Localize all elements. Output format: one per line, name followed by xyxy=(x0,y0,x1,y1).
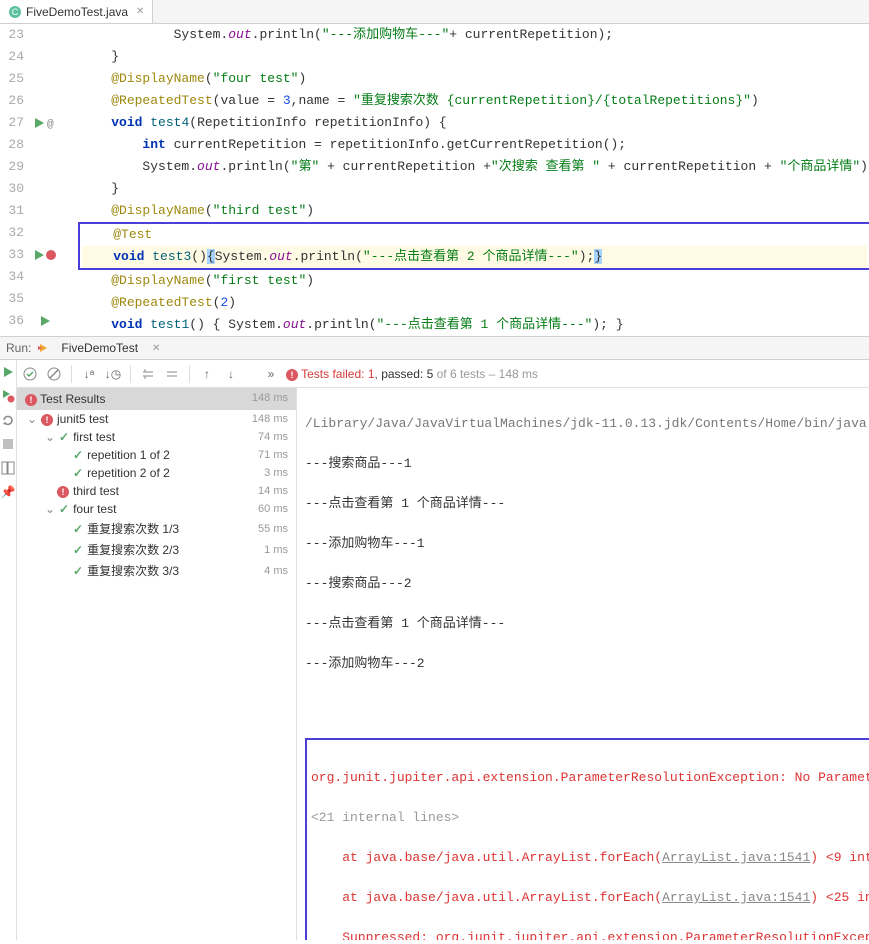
pass-icon xyxy=(73,564,83,578)
sort-alpha-icon[interactable]: ↓ᵃ xyxy=(80,365,98,383)
editor-gutter: 2324252627282930313233343536 @ xyxy=(0,24,60,336)
run-config-name[interactable]: FiveDemoTest xyxy=(55,341,144,355)
pass-icon xyxy=(59,430,69,444)
error-icon xyxy=(286,367,298,381)
pass-icon xyxy=(73,522,83,536)
run-gutter-icon[interactable]: @ xyxy=(30,112,60,134)
gutter-blank xyxy=(30,134,60,156)
stack-link[interactable]: ArrayList.java:1541 xyxy=(662,850,810,865)
tree-header[interactable]: Test Results 148 ms xyxy=(17,388,296,410)
test-summary: Tests failed: 1, passed: 5 of 6 tests – … xyxy=(286,367,538,381)
tree-node-rep2[interactable]: repetition 2 of 2 3 ms xyxy=(17,464,296,482)
expand-all-icon[interactable] xyxy=(139,365,157,383)
gutter-blank xyxy=(30,266,60,288)
run-tool-window: 📌 ↓ᵃ ↓◷ ↑ ↓ » Tests failed: 1, passed: 5… xyxy=(0,360,869,940)
run-gutter-icon[interactable] xyxy=(30,310,60,332)
tree-node-suite[interactable]: ⌄junit5 test 148 ms xyxy=(17,410,296,428)
layout-icon[interactable] xyxy=(0,460,16,476)
gutter-blank xyxy=(30,200,60,222)
gutter-blank xyxy=(30,178,60,200)
close-run-tab-icon[interactable]: ✕ xyxy=(152,343,160,354)
error-icon xyxy=(25,392,37,406)
run-tool-window-header: Run: FiveDemoTest ✕ xyxy=(0,336,869,360)
tab-label: FiveDemoTest.java xyxy=(26,5,128,19)
code-editor[interactable]: 2324252627282930313233343536 @ System.ou… xyxy=(0,24,869,336)
editor-tab-bar: C FiveDemoTest.java ✕ xyxy=(0,0,869,24)
svg-text:C: C xyxy=(12,7,19,17)
tree-node-first-test[interactable]: ⌄first test 74 ms xyxy=(17,428,296,446)
gutter-blank xyxy=(30,24,60,46)
show-passed-icon[interactable] xyxy=(21,365,39,383)
stack-link[interactable]: ArrayList.java:1541 xyxy=(662,890,810,905)
pass-icon xyxy=(73,448,83,462)
pass-icon xyxy=(73,543,83,557)
stop-icon[interactable] xyxy=(0,436,16,452)
stack-trace-box: org.junit.jupiter.api.extension.Paramete… xyxy=(305,738,869,940)
tree-node-rep1[interactable]: repetition 1 of 2 71 ms xyxy=(17,446,296,464)
gutter-blank xyxy=(30,90,60,112)
test-toolbar: ↓ᵃ ↓◷ ↑ ↓ » Tests failed: 1, passed: 5 o… xyxy=(17,360,869,388)
pass-icon xyxy=(59,502,69,516)
tree-node-s2[interactable]: 重复搜索次数 2/3 1 ms xyxy=(17,539,296,560)
sort-duration-icon[interactable]: ↓◷ xyxy=(104,365,122,383)
close-icon[interactable]: ✕ xyxy=(136,6,144,17)
error-icon xyxy=(57,484,69,498)
run-label: Run: xyxy=(6,341,31,355)
test-run-icon xyxy=(35,340,51,356)
pin-icon[interactable]: 📌 xyxy=(0,484,16,500)
next-icon[interactable]: ↓ xyxy=(222,365,240,383)
rerun-failed-icon[interactable] xyxy=(0,388,16,404)
svg-text:@: @ xyxy=(47,119,54,129)
tree-node-s1[interactable]: 重复搜索次数 1/3 55 ms xyxy=(17,518,296,539)
code-area[interactable]: System.out.println("---添加购物车---"+ curren… xyxy=(60,24,869,336)
gutter-blank xyxy=(30,68,60,90)
editor-tab[interactable]: C FiveDemoTest.java ✕ xyxy=(0,0,153,23)
run-gutter-icon[interactable] xyxy=(30,244,60,266)
gutter-blank xyxy=(30,288,60,310)
gutter-blank xyxy=(30,46,60,68)
collapse-all-icon[interactable] xyxy=(163,365,181,383)
show-ignored-icon[interactable] xyxy=(45,365,63,383)
run-left-toolbar: 📌 xyxy=(0,360,17,940)
highlighted-code-box: @Test void test3(){System.out.println("-… xyxy=(78,222,869,270)
test-tree[interactable]: Test Results 148 ms ⌄junit5 test 148 ms … xyxy=(17,388,297,940)
gutter-blank xyxy=(30,222,60,244)
prev-icon[interactable]: ↑ xyxy=(198,365,216,383)
tree-node-third-test[interactable]: third test 14 ms xyxy=(17,482,296,500)
tree-node-s3[interactable]: 重复搜索次数 3/3 4 ms xyxy=(17,560,296,581)
toggle-auto-test-icon[interactable] xyxy=(0,412,16,428)
rerun-icon[interactable] xyxy=(0,364,16,380)
console-output[interactable]: /Library/Java/JavaVirtualMachines/jdk-11… xyxy=(297,388,869,940)
error-icon xyxy=(41,412,53,426)
gutter-blank xyxy=(30,156,60,178)
export-icon[interactable]: » xyxy=(262,365,280,383)
java-class-icon: C xyxy=(8,5,22,19)
tree-node-four-test[interactable]: ⌄four test 60 ms xyxy=(17,500,296,518)
pass-icon xyxy=(73,466,83,480)
